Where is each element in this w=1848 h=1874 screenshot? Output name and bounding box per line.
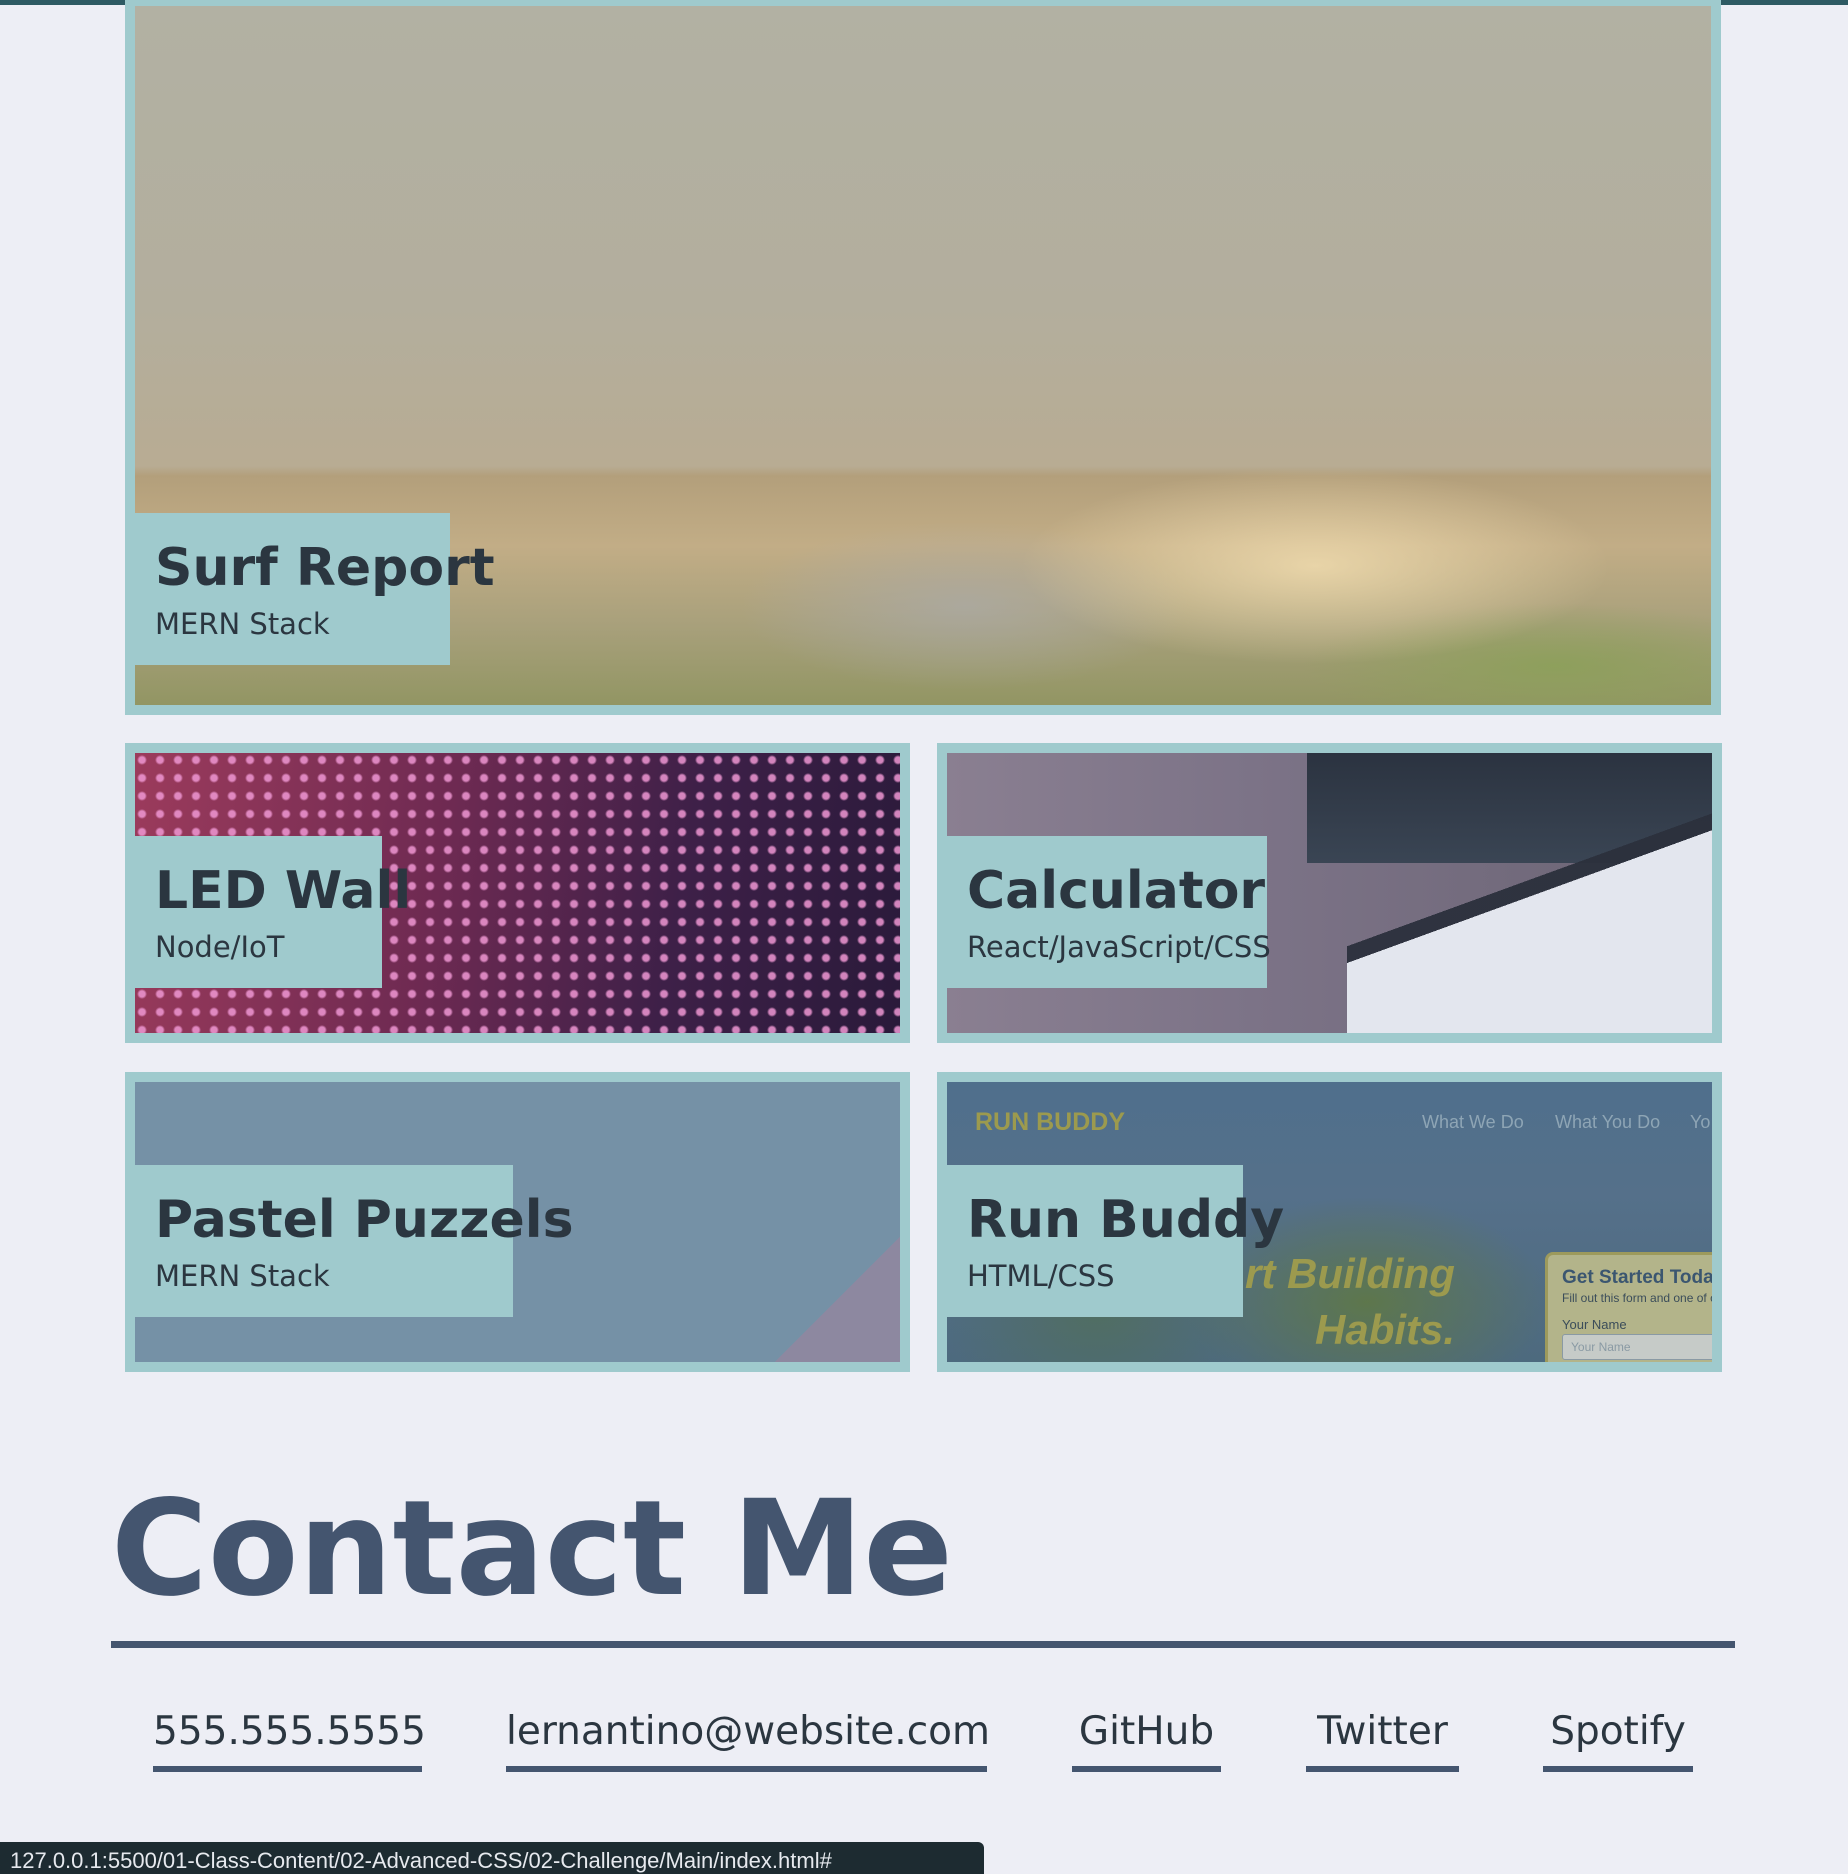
- project-label: LED Wall Node/IoT: [135, 836, 412, 988]
- project-label: Pastel Puzzels MERN Stack: [135, 1165, 574, 1317]
- project-title: LED Wall: [155, 861, 412, 921]
- project-label: Surf Report MERN Stack: [135, 513, 495, 665]
- contact-link-github[interactable]: GitHub: [1072, 1702, 1221, 1772]
- project-stack: React/JavaScript/CSS: [967, 930, 1271, 964]
- contact-heading: Contact Me: [111, 1472, 953, 1626]
- contact-link-phone[interactable]: 555.555.5555: [153, 1702, 426, 1772]
- run-buddy-form: Get Started Today Fill out this form and…: [1545, 1252, 1722, 1362]
- project-title: Pastel Puzzels: [155, 1190, 574, 1250]
- project-stack: MERN Stack: [155, 1259, 330, 1293]
- contact-link-twitter[interactable]: Twitter: [1306, 1702, 1459, 1772]
- project-stack: HTML/CSS: [967, 1259, 1115, 1293]
- run-buddy-headline: rt Building: [1245, 1250, 1455, 1297]
- project-card-led-wall[interactable]: LED Wall Node/IoT: [125, 743, 910, 1043]
- run-buddy-nav-item: What You Do: [1555, 1112, 1661, 1132]
- project-stack: MERN Stack: [155, 607, 330, 641]
- project-stack: Node/IoT: [155, 930, 285, 964]
- project-card-pastel-puzzels[interactable]: Pastel Puzzels MERN Stack: [125, 1072, 910, 1372]
- run-buddy-form-subtitle: Fill out this form and one of c: [1562, 1291, 1717, 1305]
- run-buddy-form-title: Get Started Today: [1562, 1267, 1722, 1288]
- project-title: Run Buddy: [967, 1190, 1285, 1250]
- project-card-run-buddy[interactable]: RUN BUDDY What We Do What You Do Yo rt B…: [937, 1072, 1722, 1372]
- contact-link-spotify[interactable]: Spotify: [1543, 1702, 1693, 1772]
- project-title: Calculator: [967, 861, 1266, 921]
- run-buddy-headline: Habits.: [1315, 1306, 1456, 1353]
- contact-divider: [111, 1641, 1735, 1648]
- run-buddy-nav-item: Yo: [1690, 1112, 1711, 1132]
- contact-link-email[interactable]: lernantino@website.com: [506, 1702, 990, 1772]
- run-buddy-form-input: Your Name: [1562, 1334, 1712, 1360]
- project-title: Surf Report: [155, 538, 495, 598]
- project-card-surf-report[interactable]: Surf Report MERN Stack: [125, 0, 1721, 715]
- run-buddy-form-label: Your Name: [1562, 1317, 1627, 1332]
- project-label: Calculator React/JavaScript/CSS: [947, 836, 1271, 988]
- run-buddy-nav-item: What We Do: [1422, 1112, 1524, 1132]
- browser-status-url: 127.0.0.1:5500/01-Class-Content/02-Advan…: [0, 1842, 984, 1874]
- project-label: Run Buddy HTML/CSS: [947, 1165, 1285, 1317]
- run-buddy-brand: RUN BUDDY: [975, 1108, 1125, 1136]
- project-card-calculator[interactable]: Calculator React/JavaScript/CSS: [937, 743, 1722, 1043]
